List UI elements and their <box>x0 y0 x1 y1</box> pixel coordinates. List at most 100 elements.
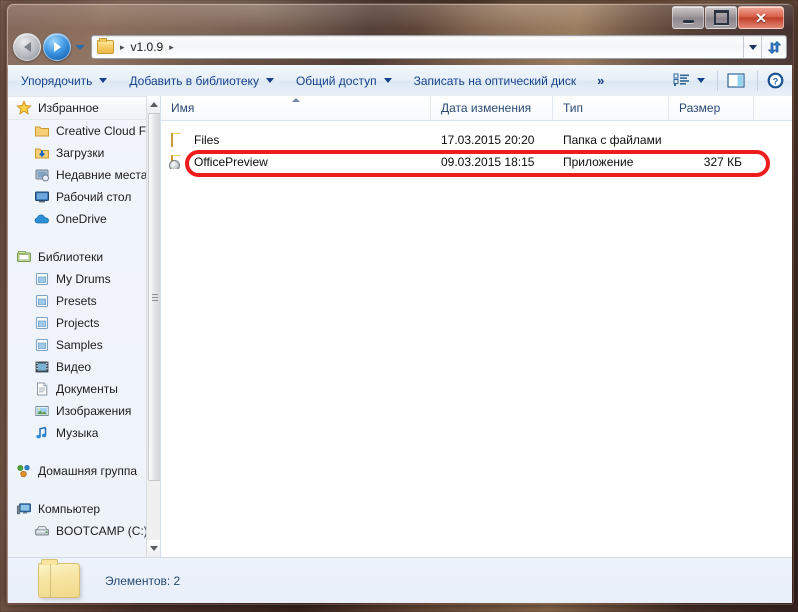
minimize-icon <box>682 19 694 23</box>
toolbar-add-to-library-button[interactable]: Добавить в библиотеку <box>120 69 283 92</box>
sidebar-item-bootcamp-c[interactable]: BOOTCAMP (C:) <box>8 520 147 542</box>
sidebar-item-downloads[interactable]: Загрузки <box>8 142 147 164</box>
breadcrumb-item-v109[interactable]: v1.0.9 <box>131 40 164 54</box>
hard-drive-icon <box>34 523 50 539</box>
chevron-down-icon <box>749 44 757 50</box>
maximize-button[interactable] <box>705 6 737 29</box>
close-button[interactable]: ✕ <box>738 6 784 29</box>
back-button[interactable] <box>13 33 41 61</box>
preview-pane-button[interactable] <box>722 69 750 93</box>
table-row[interactable]: OfficePreview 09.03.2015 18:15 Приложени… <box>161 151 792 173</box>
help-icon: ? <box>767 72 784 89</box>
column-header-filler <box>754 96 792 120</box>
desktop-icon <box>34 189 50 205</box>
forward-button[interactable] <box>43 33 71 61</box>
file-date-cell: 17.03.2015 20:20 <box>441 133 535 147</box>
sidebar-item-documents[interactable]: Документы <box>8 378 147 400</box>
sidebar-group-computer[interactable]: Компьютер <box>8 498 147 520</box>
scrollbar-thumb[interactable] <box>148 113 160 481</box>
application-icon <box>169 155 187 169</box>
sidebar-item-downloads-label: Загрузки <box>56 146 105 160</box>
column-header-size[interactable]: Размер <box>669 96 754 120</box>
navigation-tree: Избранное Creative Cloud Fi Загрузки Нед… <box>8 96 147 542</box>
scroll-up-button[interactable] <box>147 96 160 113</box>
sidebar-item-samples[interactable]: Samples <box>8 334 147 356</box>
file-name-cell[interactable]: Files <box>161 133 431 147</box>
breadcrumb-separator-trailing[interactable]: ▸ <box>169 42 174 53</box>
minimize-button[interactable] <box>672 6 704 29</box>
toolbar-overflow-button[interactable]: » <box>591 73 610 88</box>
library-icon <box>34 271 50 287</box>
rows-top-gap <box>161 121 792 129</box>
sidebar-item-samples-label: Samples <box>56 338 103 352</box>
column-header-name[interactable]: Имя <box>161 96 431 120</box>
column-header-size-label: Размер <box>679 101 721 115</box>
help-button[interactable]: ? <box>762 69 789 93</box>
svg-text:?: ? <box>773 76 779 86</box>
sidebar-item-projects-label: Projects <box>56 316 100 330</box>
sidebar-item-presets[interactable]: Presets <box>8 290 147 312</box>
pictures-icon <box>34 403 50 419</box>
view-mode-button[interactable] <box>668 69 710 93</box>
toolbar-divider-2 <box>757 70 758 91</box>
arrow-left-icon <box>23 42 31 52</box>
chevron-down-icon <box>265 78 274 83</box>
toolbar-burn-button[interactable]: Записать на оптический диск <box>405 69 586 92</box>
window-controls: ✕ <box>671 6 784 29</box>
recent-pages-dropdown-icon[interactable] <box>75 44 85 50</box>
file-name-cell[interactable]: OfficePreview <box>161 155 431 169</box>
sidebar-group-libraries[interactable]: Библиотеки <box>8 246 147 268</box>
view-list-icon <box>673 73 689 86</box>
sidebar-item-music[interactable]: Музыка <box>8 422 147 444</box>
folder-icon <box>34 123 50 139</box>
file-size-cell: 327 КБ <box>703 155 742 169</box>
sidebar-item-projects[interactable]: Projects <box>8 312 147 334</box>
refresh-icon <box>767 40 781 54</box>
sidebar-item-recent-places-label: Недавние места <box>56 168 147 182</box>
chevron-down-icon <box>697 78 705 83</box>
toolbar-divider <box>717 70 718 91</box>
navigation-scrollbar[interactable] <box>146 96 160 557</box>
library-icon <box>34 315 50 331</box>
arrow-right-icon <box>53 42 61 52</box>
address-bar-row: ▸ v1.0.9 ▸ <box>7 30 793 64</box>
command-toolbar: Упорядочить Добавить в библиотеку Общий … <box>8 65 792 97</box>
address-dropdown-button[interactable] <box>743 36 762 58</box>
table-row[interactable]: Files 17.03.2015 20:20 Папка с файлами <box>161 129 792 151</box>
toolbar-organize-button[interactable]: Упорядочить <box>12 69 116 92</box>
video-icon <box>34 359 50 375</box>
sidebar-item-music-label: Музыка <box>56 426 99 440</box>
address-bar[interactable]: ▸ v1.0.9 ▸ <box>91 35 787 59</box>
sidebar-item-recent-places[interactable]: Недавние места <box>8 164 147 186</box>
sidebar-item-pictures[interactable]: Изображения <box>8 400 147 422</box>
navigation-pane[interactable]: Избранное Creative Cloud Fi Загрузки Нед… <box>8 96 161 557</box>
scroll-down-button[interactable] <box>147 540 160 557</box>
column-header-type[interactable]: Тип <box>553 96 669 120</box>
sidebar-item-creative-cloud[interactable]: Creative Cloud Fi <box>8 120 147 142</box>
sidebar-item-onedrive[interactable]: OneDrive <box>8 208 147 230</box>
sidebar-group-favorites[interactable]: Избранное <box>8 96 147 120</box>
chevron-down-icon <box>383 78 392 83</box>
sidebar-group-homegroup[interactable]: Домашняя группа <box>8 460 147 482</box>
file-list-pane[interactable]: Имя Дата изменения Тип Размер Files 17.0… <box>161 96 792 557</box>
toolbar-share-button[interactable]: Общий доступ <box>287 69 401 92</box>
close-icon: ✕ <box>755 9 767 26</box>
sidebar-item-bootcamp-c-label: BOOTCAMP (C:) <box>56 524 147 538</box>
sidebar-item-my-drums[interactable]: My Drums <box>8 268 147 290</box>
sidebar-item-video[interactable]: Видео <box>8 356 147 378</box>
folder-icon <box>97 38 114 54</box>
status-item-count: Элементов: 2 <box>105 573 181 588</box>
refresh-button[interactable] <box>761 36 786 58</box>
sidebar-item-onedrive-label: OneDrive <box>56 212 107 226</box>
sidebar-item-desktop[interactable]: Рабочий стол <box>8 186 147 208</box>
toolbar-share-label: Общий доступ <box>295 73 377 88</box>
chevron-down-icon <box>149 546 158 551</box>
column-header-date-modified[interactable]: Дата изменения <box>431 96 553 120</box>
file-name-label: Files <box>194 133 220 147</box>
homegroup-icon <box>16 463 32 479</box>
computer-icon <box>16 501 32 517</box>
column-header-date-modified-label: Дата изменения <box>441 101 532 115</box>
